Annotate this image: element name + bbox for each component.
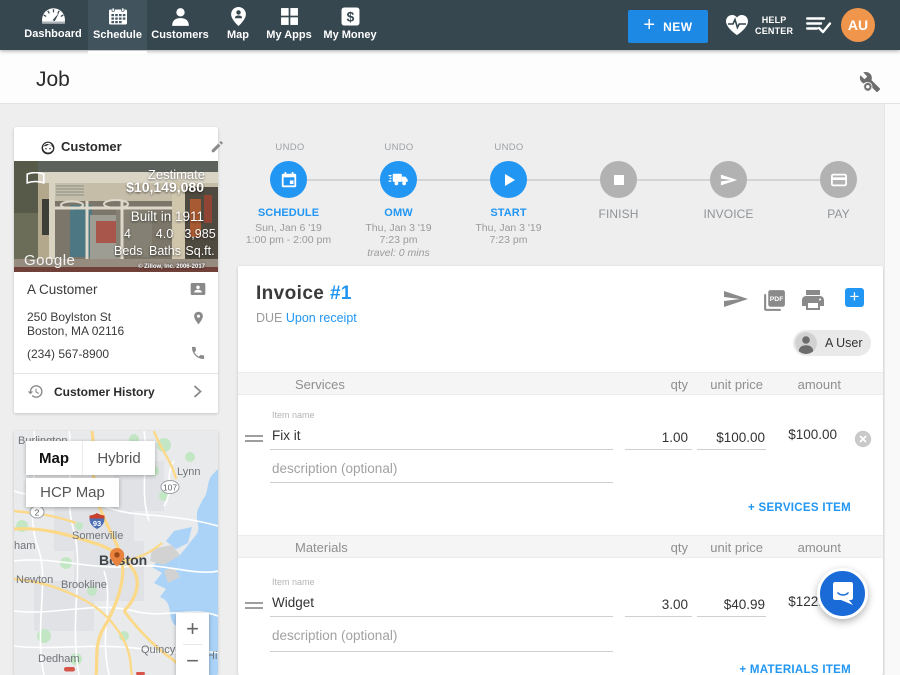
svg-text:PDF: PDF	[770, 296, 784, 303]
svg-text:Newton: Newton	[16, 574, 53, 586]
svg-text:Brookline: Brookline	[61, 579, 107, 591]
svg-text:Dedham: Dedham	[38, 653, 80, 665]
svg-text:2: 2	[35, 508, 40, 518]
svg-text:ham: ham	[14, 540, 35, 552]
svg-text:Somerville: Somerville	[72, 530, 123, 542]
svg-text:Lynn: Lynn	[177, 466, 200, 478]
svg-text:$: $	[346, 9, 354, 24]
svg-text:Quincy: Quincy	[141, 644, 176, 656]
svg-text:93: 93	[93, 519, 101, 528]
svg-text:107: 107	[163, 483, 177, 493]
